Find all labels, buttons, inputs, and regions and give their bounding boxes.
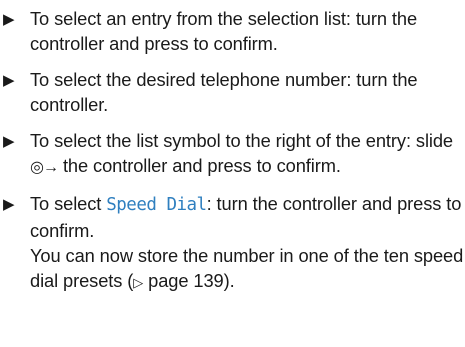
step-text: To select the list symbol to the right o… <box>30 130 453 151</box>
step-select-entry: ▶ To select an entry from the selection … <box>0 6 465 56</box>
step-arrow-icon: ▶ <box>3 72 15 89</box>
step-arrow-icon: ▶ <box>3 11 15 28</box>
speed-dial-display-text: Speed Dial <box>106 195 207 215</box>
page-reference: page 139 <box>148 270 224 291</box>
step-note: You can now store the number in one of t… <box>30 243 465 295</box>
note-text: You can now store the number in one of t… <box>30 245 464 291</box>
note-end: ). <box>223 270 235 291</box>
step-arrow-icon: ▶ <box>3 133 15 150</box>
step-text: To select the desired telephone number: … <box>30 69 418 115</box>
instruction-list: ▶ To select an entry from the selection … <box>0 0 465 295</box>
page-reference-icon: ▷ <box>133 275 144 290</box>
step-select-list-symbol: ▶ To select the list symbol to the right… <box>0 128 465 180</box>
step-select-speed-dial: ▶ To select Speed Dial: turn the control… <box>0 191 465 295</box>
step-text-continued: the controller and press to confirm. <box>62 155 341 176</box>
controller-slide-right-icon: ◎→ <box>30 159 59 176</box>
step-text: To select an entry from the selection li… <box>30 8 418 54</box>
step-arrow-icon: ▶ <box>3 196 15 213</box>
step-select-number: ▶ To select the desired telephone number… <box>0 67 465 117</box>
step-text: To select <box>30 193 102 214</box>
